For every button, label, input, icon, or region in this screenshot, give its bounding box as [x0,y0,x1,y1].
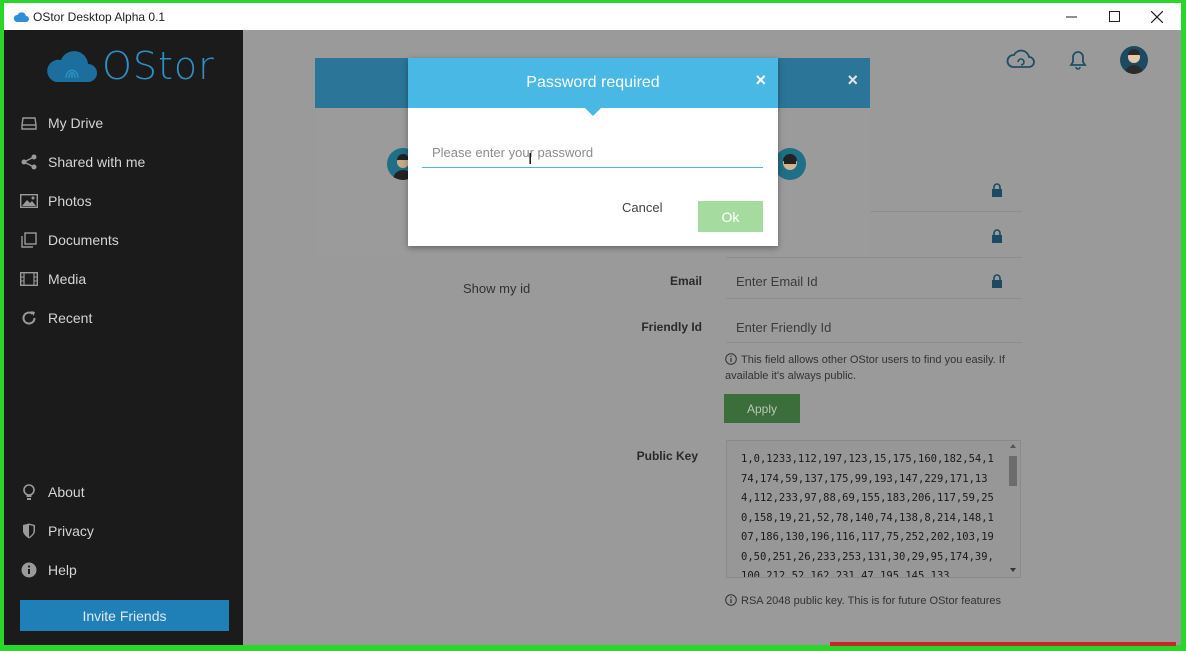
sidebar-item-label: Documents [48,232,119,248]
minimize-icon [1065,16,1077,18]
sidebar-item-label: Help [48,562,77,578]
sidebar-item-label: Privacy [48,523,94,539]
shield-icon [20,522,38,540]
password-dialog: Password required × Cancel Ok [408,58,778,246]
divider [726,342,1022,343]
email-label: Email [669,274,702,288]
sidebar-item-recent[interactable]: Recent [20,306,92,330]
password-dialog-title: Password required [526,74,660,91]
title-bar: OStor Desktop Alpha 0.1 [4,3,1181,30]
info-icon [20,561,38,579]
bell-icon[interactable] [1065,46,1091,72]
minimize-button[interactable] [1049,3,1093,30]
public-key-label: Public Key [636,449,698,463]
maximize-icon [1108,11,1120,22]
cloud-app-icon [13,11,29,22]
user-avatar[interactable] [1120,46,1148,74]
sidebar-item-about[interactable]: About [20,480,85,504]
password-dialog-close-icon[interactable]: × [755,70,766,91]
public-key-info: RSA 2048 public key. This is for future … [725,593,1045,609]
sidebar-item-privacy[interactable]: Privacy [20,519,94,543]
photo-icon [20,192,38,210]
show-my-id-link[interactable]: Show my id [463,281,530,296]
dialog-pointer [585,108,601,116]
friendly-id-info: This field allows other OStor users to f… [725,352,1021,384]
lock-icon [992,229,1002,243]
sidebar-item-media[interactable]: Media [20,267,86,291]
bulb-icon [20,483,38,501]
ok-button[interactable]: Ok [698,201,763,232]
friendly-id-field[interactable]: Enter Friendly Id [736,320,831,335]
window-title: OStor Desktop Alpha 0.1 [33,9,166,24]
close-window-button[interactable] [1135,3,1179,30]
text-cursor-icon: I [528,151,533,168]
info-circle-icon [725,594,737,606]
app-window: OStor Desktop Alpha 0.1 OStor My Drive S… [4,3,1181,645]
logo-text: OStor [102,44,215,88]
sidebar-item-my-drive[interactable]: My Drive [20,111,103,135]
public-key-scrollbar[interactable] [1006,440,1020,578]
lock-icon [992,274,1002,288]
sidebar-item-help[interactable]: Help [20,558,77,582]
friendly-id-info-text: This field allows other OStor users to f… [725,354,1005,382]
public-key-textarea[interactable]: 1,0,1233,112,197,123,15,175,160,182,54,1… [726,440,1021,578]
sidebar-item-label: Shared with me [48,154,146,170]
drive-icon [20,114,38,132]
maximize-button[interactable] [1092,3,1136,30]
avatar-option[interactable] [774,148,806,180]
ostor-logo: OStor [46,44,215,88]
sidebar-item-label: About [48,484,85,500]
email-field[interactable]: Enter Email Id [736,274,818,289]
divider [726,257,1022,258]
taskbar-indicator [830,642,1176,646]
sidebar-item-label: Recent [48,310,93,326]
sidebar-item-documents[interactable]: Documents [20,228,119,252]
sidebar-item-label: My Drive [48,115,104,131]
sidebar-item-label: Photos [48,193,92,209]
apply-button[interactable]: Apply [724,394,800,423]
info-circle-icon [725,353,737,365]
lock-icon [992,183,1002,197]
film-icon [20,270,38,288]
share-icon [20,153,38,171]
invite-friends-button[interactable]: Invite Friends [20,600,229,631]
sidebar: OStor My Drive Shared with me Photos Doc… [4,30,243,645]
password-input[interactable] [422,138,763,168]
public-key-info-text: RSA 2048 public key. This is for future … [741,595,1002,607]
sidebar-item-label: Media [48,271,87,287]
close-icon [1151,10,1163,23]
sidebar-item-photos[interactable]: Photos [20,189,92,213]
cloud-sync-icon[interactable] [1006,46,1036,72]
documents-icon [20,231,38,249]
divider [726,298,1022,299]
friendly-id-label: Friendly Id [641,320,702,334]
refresh-icon [20,309,38,327]
background-dialog-close-icon[interactable]: × [847,70,858,91]
cancel-button[interactable]: Cancel [622,200,662,215]
sidebar-item-shared[interactable]: Shared with me [20,150,145,174]
cloud-fingerprint-icon [47,51,97,82]
